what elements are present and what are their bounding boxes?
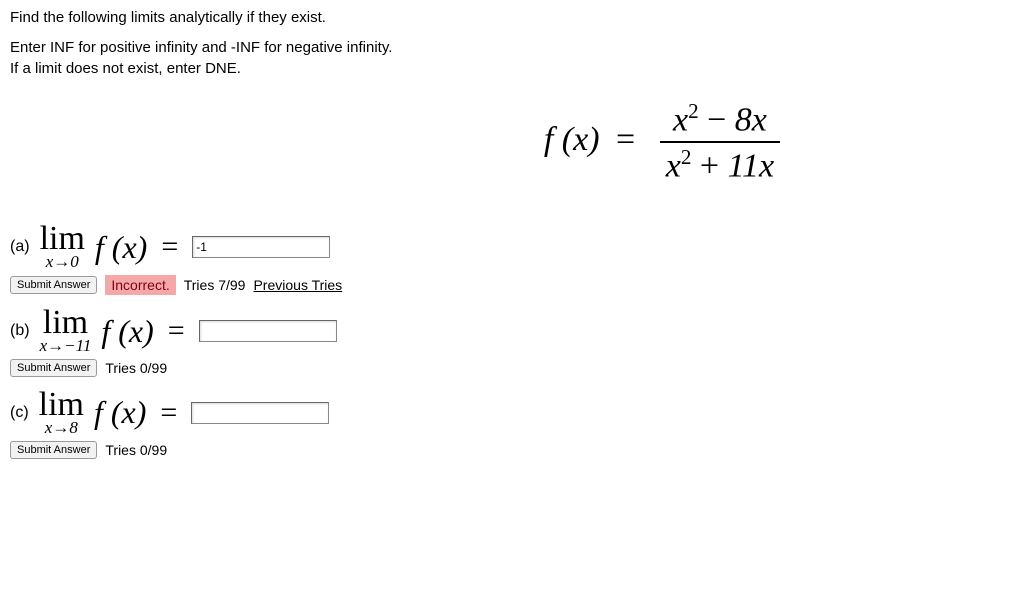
approach-c: x→8 xyxy=(45,421,78,435)
answer-input-c[interactable] xyxy=(191,402,329,424)
answer-input-a[interactable] xyxy=(192,236,330,258)
numerator: x2 − 8x xyxy=(660,99,780,143)
instruction-line-2: Enter INF for positive infinity and -INF… xyxy=(10,38,1014,58)
part-c-label: (c) xyxy=(10,404,29,422)
function-definition: f (x) = x2 − 8x x2 + 11x xyxy=(10,99,1014,186)
fx-b: f (x) xyxy=(101,313,153,350)
lim-text: lim xyxy=(43,309,88,337)
part-b: (b) lim x→−11 f (x) = Submit Answer Trie… xyxy=(10,309,1014,377)
tries-c: Tries 0/99 xyxy=(105,442,167,458)
formula-equals: = xyxy=(608,121,643,158)
tries-a: Tries 7/99 xyxy=(184,277,246,293)
part-c: (c) lim x→8 f (x) = Submit Answer Tries … xyxy=(10,391,1014,459)
previous-tries-link[interactable]: Previous Tries xyxy=(253,277,342,293)
eq-b: = xyxy=(160,314,193,348)
formula-lhs: f (x) xyxy=(544,121,600,158)
answer-input-b[interactable] xyxy=(199,320,337,342)
submit-button-b[interactable]: Submit Answer xyxy=(10,359,97,377)
fx-c: f (x) xyxy=(94,394,146,431)
submit-button-a[interactable]: Submit Answer xyxy=(10,276,97,294)
limit-b: lim x→−11 xyxy=(40,309,92,353)
fraction: x2 − 8x x2 + 11x xyxy=(660,99,780,186)
approach-a: x→0 xyxy=(46,255,79,269)
fx-a: f (x) xyxy=(95,229,147,266)
limit-a: lim x→0 xyxy=(40,225,85,269)
part-b-label: (b) xyxy=(10,322,30,340)
submit-button-c[interactable]: Submit Answer xyxy=(10,441,97,459)
denominator: x2 + 11x xyxy=(660,143,780,185)
lim-text: lim xyxy=(39,391,84,419)
part-a: (a) lim x→0 f (x) = Submit Answer Incorr… xyxy=(10,225,1014,295)
status-incorrect: Incorrect. xyxy=(105,275,175,295)
eq-a: = xyxy=(153,230,186,264)
lim-text: lim xyxy=(40,225,85,253)
tries-b: Tries 0/99 xyxy=(105,360,167,376)
instruction-line-1: Find the following limits analytically i… xyxy=(10,8,1014,28)
approach-b: x→−11 xyxy=(40,339,92,353)
instruction-line-3: If a limit does not exist, enter DNE. xyxy=(10,59,1014,79)
eq-c: = xyxy=(152,396,185,430)
limit-c: lim x→8 xyxy=(39,391,84,435)
part-a-label: (a) xyxy=(10,238,30,256)
